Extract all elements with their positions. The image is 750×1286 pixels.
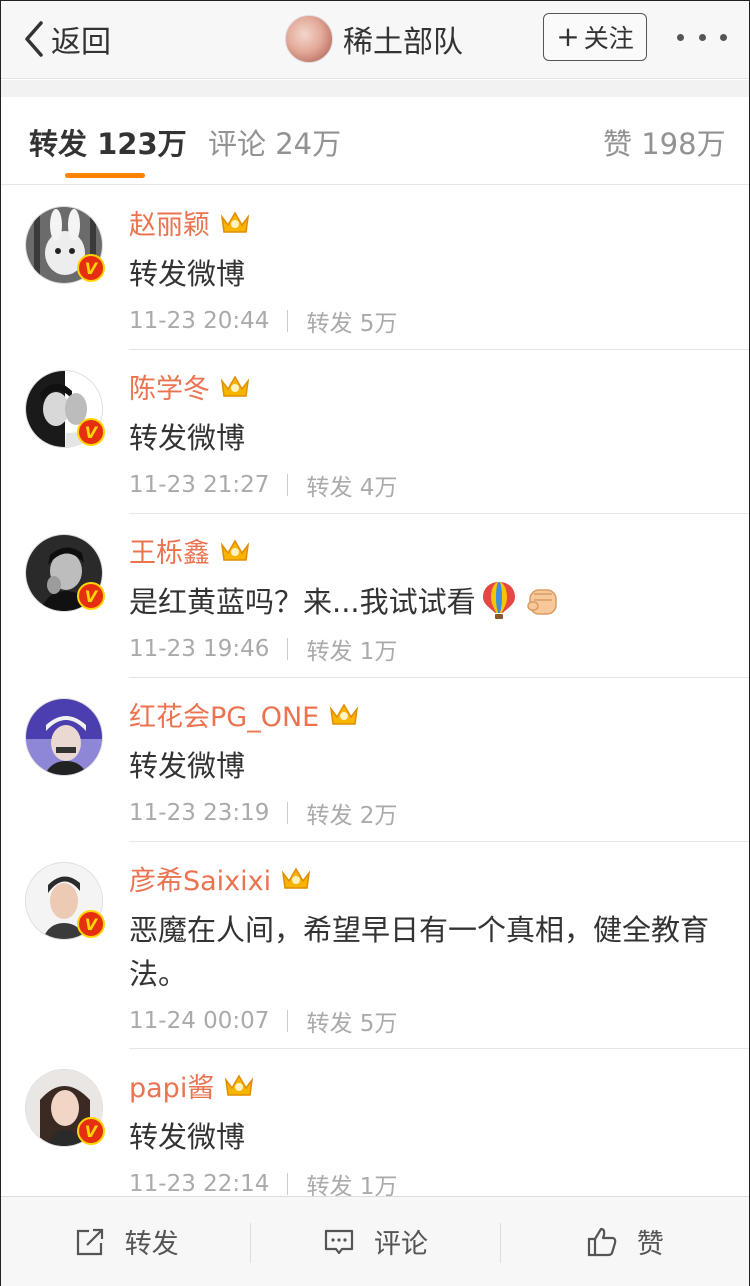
repost-count[interactable]: 转发 2万 xyxy=(306,796,397,830)
item-content: 陈学冬 转发微博 11-23 21:27 转发 4万 xyxy=(129,368,725,502)
fist-emoji-icon xyxy=(526,589,557,615)
user-name[interactable]: 陈学冬 xyxy=(129,367,210,406)
meta-divider xyxy=(287,1010,289,1032)
repost-list[interactable]: V 赵丽颖 转发微博 11-23 20:44 转发 5万 V 陈学冬 转发微博 xyxy=(1,186,749,1196)
share-icon xyxy=(76,1228,103,1255)
user-name[interactable]: 红花会PG_ONE xyxy=(129,695,319,734)
timestamp: 11-23 22:14 xyxy=(129,1171,270,1196)
item-content: 赵丽颖 转发微博 11-23 20:44 转发 5万 xyxy=(129,204,725,338)
repost-count[interactable]: 转发 1万 xyxy=(306,632,397,666)
repost-button[interactable]: 转发 xyxy=(1,1197,250,1286)
like-button[interactable]: 赞 xyxy=(499,1197,749,1286)
plus-icon: + xyxy=(556,20,580,53)
tab-repost[interactable]: 转发 123万 xyxy=(29,121,187,163)
list-item[interactable]: 红花会PG_ONE 转发微博 11-23 23:19 转发 2万 xyxy=(1,678,749,842)
meta-divider xyxy=(287,474,289,496)
list-item[interactable]: V 赵丽颖 转发微博 11-23 20:44 转发 5万 xyxy=(1,186,749,350)
timestamp: 11-24 00:07 xyxy=(129,1008,270,1034)
verified-badge-icon: V xyxy=(77,582,105,610)
crown-icon[interactable] xyxy=(220,373,250,399)
repost-text: 恶魔在人间，希望早日有一个真相，健全教育法。 xyxy=(129,913,710,991)
repost-count[interactable]: 转发 5万 xyxy=(306,1004,397,1038)
crown-icon[interactable] xyxy=(329,701,359,727)
crown-icon[interactable] xyxy=(224,1072,254,1098)
comment-label: 评论 xyxy=(373,1229,428,1260)
tab-like[interactable]: 赞 198万 xyxy=(603,121,726,163)
follow-label: 关注 xyxy=(583,24,634,53)
list-item[interactable]: V 彦希Saixixi 恶魔在人间，希望早日有一个真相，健全教育法。 11-24… xyxy=(1,842,749,1049)
like-label: 赞 xyxy=(636,1229,664,1260)
user-name[interactable]: 王栎鑫 xyxy=(129,531,210,570)
more-options-button[interactable] xyxy=(677,23,727,51)
user-name[interactable]: 赵丽颖 xyxy=(129,203,210,242)
nav-title-group[interactable]: 稀土部队 xyxy=(285,15,463,63)
verified-badge-icon: V xyxy=(77,254,105,282)
meta-divider xyxy=(287,1173,289,1195)
thumbs-up-icon xyxy=(587,1227,617,1256)
avatar[interactable] xyxy=(25,698,103,776)
user-name[interactable]: 彦希Saixixi xyxy=(129,859,271,898)
crown-icon[interactable] xyxy=(281,865,311,891)
user-name[interactable]: papi酱 xyxy=(129,1066,214,1105)
comment-icon xyxy=(324,1229,354,1254)
hot-air-balloon-icon xyxy=(482,582,515,619)
timestamp: 11-23 19:46 xyxy=(129,636,270,662)
repost-count[interactable]: 转发 4万 xyxy=(306,468,397,502)
meta-divider xyxy=(287,310,289,332)
page-title: 稀土部队 xyxy=(343,25,463,60)
repost-label: 转发 xyxy=(124,1229,179,1260)
dot-icon xyxy=(720,33,727,41)
item-content: 红花会PG_ONE 转发微博 11-23 23:19 转发 2万 xyxy=(129,696,725,830)
crown-icon[interactable] xyxy=(220,209,250,235)
list-item[interactable]: V papi酱 转发微博 11-23 22:14 转发 1万 xyxy=(1,1049,749,1196)
section-gap xyxy=(1,80,749,97)
dot-icon xyxy=(698,33,706,41)
top-navbar: 返回 稀土部队 + 关注 xyxy=(1,1,749,79)
active-tab-indicator xyxy=(65,173,145,178)
list-item[interactable]: V 王栎鑫 是红黄蓝吗？来...我试试看 11-23 19:46 转发 1万 xyxy=(1,514,749,678)
chevron-left-icon xyxy=(25,21,43,57)
crown-icon[interactable] xyxy=(220,537,250,563)
tab-comment[interactable]: 评论 24万 xyxy=(208,121,341,163)
timestamp: 11-23 21:27 xyxy=(129,472,270,498)
repost-count[interactable]: 转发 5万 xyxy=(306,304,397,338)
repost-text: 转发微博 xyxy=(129,257,246,291)
dot-icon xyxy=(677,33,684,41)
back-label: 返回 xyxy=(51,25,111,60)
comment-button[interactable]: 评论 xyxy=(250,1197,499,1286)
item-content: papi酱 转发微博 11-23 22:14 转发 1万 xyxy=(129,1066,725,1197)
repost-count[interactable]: 转发 1万 xyxy=(306,1167,397,1196)
meta-divider xyxy=(287,638,289,660)
item-content: 王栎鑫 是红黄蓝吗？来...我试试看 11-23 19:46 转发 1万 xyxy=(129,532,725,666)
account-avatar[interactable] xyxy=(285,15,333,63)
back-button[interactable]: 返回 xyxy=(21,15,111,63)
verified-badge-icon: V xyxy=(77,1117,105,1145)
timestamp: 11-23 23:19 xyxy=(129,800,270,826)
repost-text: 转发微博 xyxy=(129,749,246,783)
item-content: 彦希Saixixi 恶魔在人间，希望早日有一个真相，健全教育法。 11-24 0… xyxy=(129,860,725,1038)
repost-text: 转发微博 xyxy=(129,1120,246,1154)
meta-divider xyxy=(287,802,289,824)
repost-text-body: 是红黄蓝吗？来...我试试看 xyxy=(129,585,476,619)
list-item[interactable]: V 陈学冬 转发微博 11-23 21:27 转发 4万 xyxy=(1,350,749,514)
verified-badge-icon: V xyxy=(77,910,105,938)
repost-text: 是红黄蓝吗？来...我试试看 xyxy=(129,580,725,624)
repost-text: 转发微博 xyxy=(129,421,246,455)
bottom-action-bar: 转发 评论 赞 xyxy=(1,1196,749,1286)
follow-button[interactable]: + 关注 xyxy=(543,13,647,61)
tab-bar: 转发 123万 评论 24万 赞 198万 xyxy=(1,97,749,185)
verified-badge-icon: V xyxy=(77,418,105,446)
timestamp: 11-23 20:44 xyxy=(129,308,270,334)
